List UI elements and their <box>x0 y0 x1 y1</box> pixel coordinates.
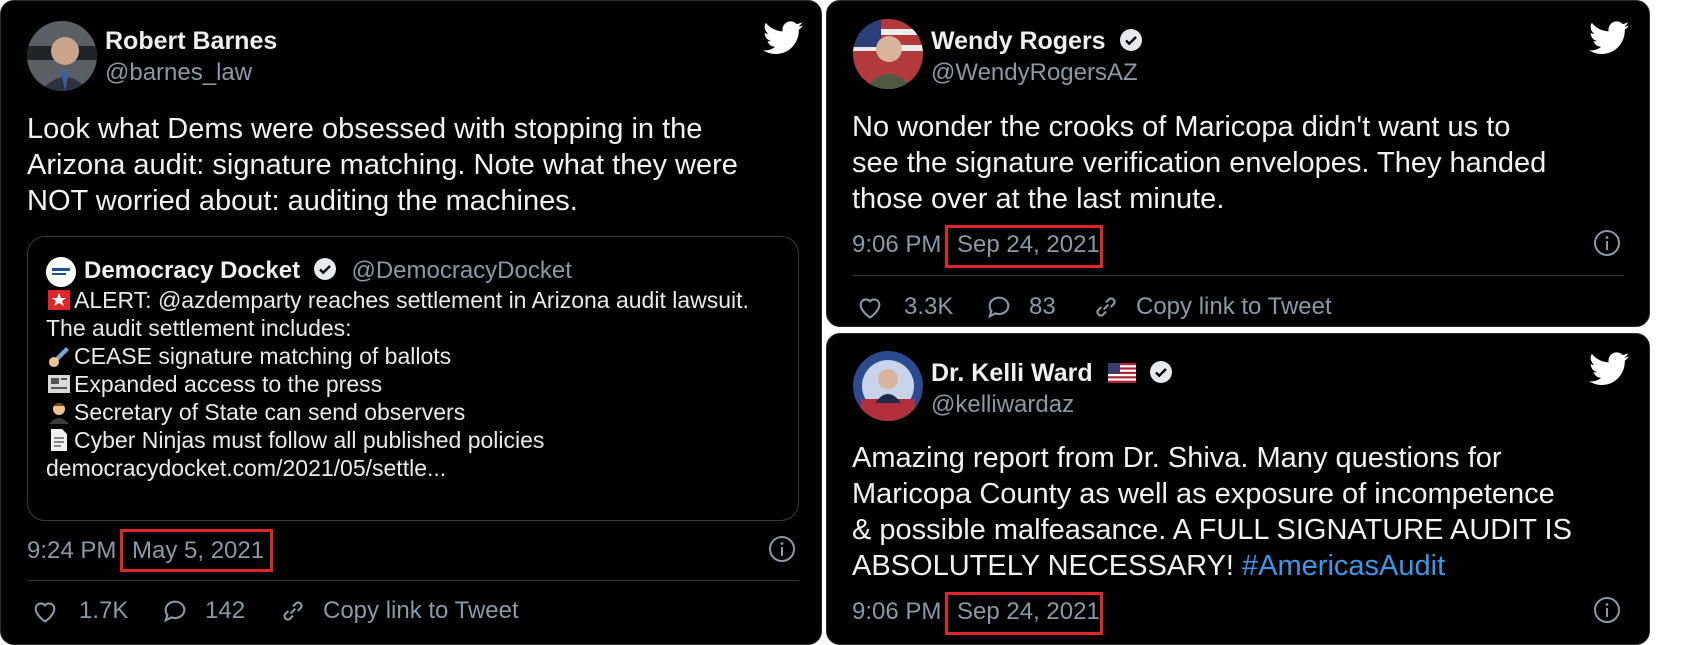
divider <box>852 275 1624 276</box>
info-icon[interactable] <box>1593 229 1621 257</box>
info-icon[interactable] <box>768 535 796 563</box>
tweet-text: No wonder the crooks of Maricopa didn't … <box>852 111 1547 215</box>
copy-link-button[interactable]: Copy link to Tweet <box>279 597 519 625</box>
avatar[interactable] <box>853 351 923 421</box>
reply-icon <box>987 296 1010 319</box>
heart-icon <box>859 298 881 319</box>
info-icon[interactable] <box>1593 596 1621 624</box>
quoted-link[interactable]: democracydocket.com/2021/05/settle... <box>46 455 446 482</box>
twitter-bird-icon <box>763 21 803 54</box>
link-icon <box>1096 297 1116 317</box>
like-button[interactable]: 1.7K <box>31 597 128 625</box>
tweet-card-rogers: Wendy Rogers @WendyRogersAZ No wonder th… <box>826 0 1650 327</box>
tweet-time[interactable]: 9:06 PM <box>852 598 941 626</box>
quoted-author: Democracy Docket @DemocracyDocket <box>84 257 572 284</box>
author-handle[interactable]: @kelliwardaz <box>931 391 1074 419</box>
verified-badge-icon <box>1149 361 1172 383</box>
official-person-icon <box>49 403 69 424</box>
author-name[interactable]: Robert Barnes <box>105 27 277 56</box>
quoted-line: Secretary of State can send observers <box>46 399 465 426</box>
hashtag-link[interactable]: #AmericasAudit <box>1242 550 1445 582</box>
tweet-date[interactable]: Sep 24, 2021 <box>957 598 1100 626</box>
writing-hand-icon <box>49 347 69 367</box>
tweet-card-ward: Dr. Kelli Ward @kelliwardaz Amazing repo… <box>826 333 1650 645</box>
heart-icon <box>34 602 56 623</box>
newspaper-icon <box>48 375 70 393</box>
document-icon <box>51 429 67 451</box>
tweet-date[interactable]: May 5, 2021 <box>132 537 264 565</box>
author-handle[interactable]: @barnes_law <box>105 59 252 87</box>
twitter-bird-icon <box>1589 21 1629 54</box>
quoted-line: Cyber Ninjas must follow all published p… <box>46 427 544 454</box>
divider <box>27 580 799 581</box>
quoted-line: ALERT: @azdemparty reaches settlement in… <box>46 287 749 314</box>
reply-icon <box>163 600 186 623</box>
tweet-card-barnes: Robert Barnes @barnes_law Look what Dems… <box>0 0 822 645</box>
verified-badge-icon <box>313 258 336 280</box>
verified-badge-icon <box>1119 29 1142 51</box>
tweet-date[interactable]: Sep 24, 2021 <box>957 231 1100 259</box>
siren-icon <box>48 290 70 310</box>
quoted-avatar <box>46 257 76 287</box>
tweet-time[interactable]: 9:06 PM <box>852 231 941 259</box>
quoted-line: Expanded access to the press <box>46 371 382 398</box>
avatar[interactable] <box>27 21 97 91</box>
reply-button[interactable]: 142 <box>161 597 245 625</box>
us-flag-icon <box>1107 363 1136 383</box>
quoted-line: The audit settlement includes: <box>46 315 352 341</box>
author-name[interactable]: Wendy Rogers <box>931 27 1143 56</box>
tweet-time[interactable]: 9:24 PM <box>27 537 116 565</box>
avatar[interactable] <box>853 19 923 89</box>
quoted-line: CEASE signature matching of ballots <box>46 343 451 370</box>
tweet-text: Amazing report from Dr. Shiva. Many ques… <box>852 442 1572 582</box>
tweet-text: Look what Dems were obsessed with stoppi… <box>27 113 738 217</box>
like-button[interactable]: 3.3K <box>856 293 953 321</box>
twitter-bird-icon <box>1589 352 1629 385</box>
author-name[interactable]: Dr. Kelli Ward <box>931 359 1173 388</box>
copy-link-button[interactable]: Copy link to Tweet <box>1092 293 1332 321</box>
author-handle[interactable]: @WendyRogersAZ <box>931 59 1138 87</box>
quoted-tweet[interactable]: Democracy Docket @DemocracyDocket ALERT:… <box>27 236 799 521</box>
reply-button[interactable]: 83 <box>985 293 1056 321</box>
link-icon <box>283 601 303 621</box>
